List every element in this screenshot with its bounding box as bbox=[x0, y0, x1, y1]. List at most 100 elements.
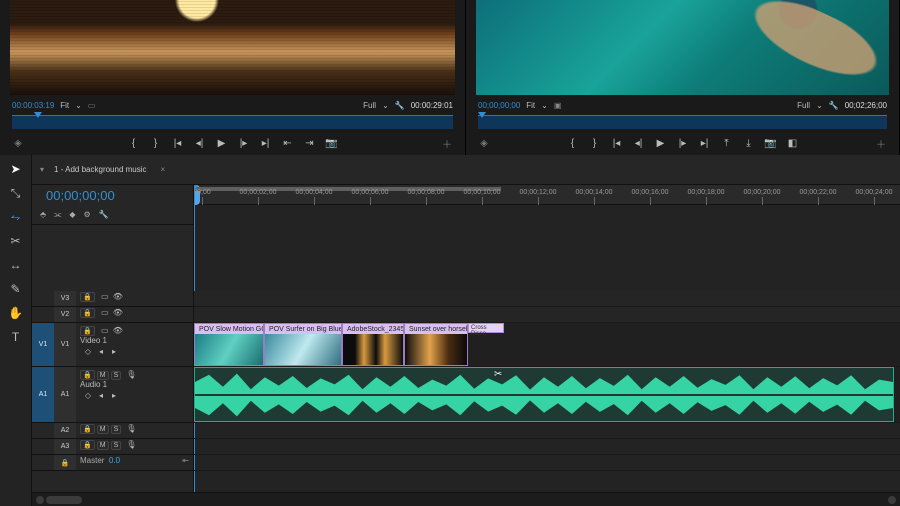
mark-out-button[interactable]: } bbox=[589, 137, 601, 149]
mute-button[interactable]: M bbox=[97, 441, 109, 450]
button-editor-plus[interactable]: ＋ bbox=[875, 137, 887, 149]
lane-master[interactable] bbox=[194, 455, 900, 471]
lock-icon[interactable]: 🔒 bbox=[54, 455, 76, 470]
track-header-a1[interactable]: A1 A1 🔒MS🎙 Audio 1 ◇◂▸ bbox=[32, 367, 193, 423]
selection-tool[interactable]: ➤ bbox=[8, 161, 24, 177]
extract-button[interactable]: ⤓ bbox=[743, 137, 755, 149]
next-keyframe[interactable]: ▸ bbox=[109, 391, 119, 400]
source-res-icon[interactable]: ▭ bbox=[88, 101, 96, 110]
step-forward-button[interactable]: |▸ bbox=[238, 137, 250, 149]
scrollbar-thumb[interactable] bbox=[46, 496, 82, 504]
lock-icon[interactable]: 🔒 bbox=[80, 308, 95, 318]
go-to-in-button[interactable]: |◂ bbox=[611, 137, 623, 149]
source-patch-a3[interactable] bbox=[32, 439, 54, 454]
track-header-a2[interactable]: A2 🔒MS🎙 bbox=[32, 423, 193, 439]
source-scrub-bar[interactable] bbox=[12, 115, 453, 129]
panel-menu-icon[interactable]: ▾ bbox=[40, 165, 44, 174]
mark-out-button[interactable]: } bbox=[150, 137, 162, 149]
lane-a3[interactable] bbox=[194, 439, 900, 455]
wrench-icon[interactable]: 🔧 bbox=[99, 210, 109, 219]
master-level[interactable]: 0.0 bbox=[109, 456, 120, 465]
lift-button[interactable]: ⤒ bbox=[721, 137, 733, 149]
program-scrub-bar[interactable] bbox=[478, 115, 887, 129]
lane-a1[interactable] bbox=[194, 367, 900, 423]
lane-v1[interactable]: POV Slow Motion GOPRPOV Surfer on Big Bl… bbox=[194, 323, 900, 367]
target-a1[interactable]: A1 bbox=[54, 367, 76, 422]
track-select-tool[interactable]: ⤡ bbox=[8, 185, 24, 201]
rate-stretch-tool[interactable]: ↔ bbox=[8, 257, 24, 273]
timeline-zoom-scrollbar[interactable] bbox=[32, 492, 900, 506]
toggle-output-icon[interactable]: ▭ bbox=[100, 292, 110, 301]
comparison-view-button[interactable]: ◧ bbox=[787, 137, 799, 149]
target-v2[interactable]: V2 bbox=[54, 307, 76, 322]
source-timecode[interactable]: 00:00:03:19 bbox=[12, 101, 54, 110]
prev-keyframe[interactable]: ◂ bbox=[96, 347, 106, 356]
lane-v3[interactable] bbox=[194, 291, 900, 307]
lock-icon[interactable]: 🔒 bbox=[80, 424, 95, 434]
insert-button[interactable]: ⇤ bbox=[282, 137, 294, 149]
video-clip[interactable]: POV Surfer on Big Blue O bbox=[264, 323, 342, 366]
pen-tool[interactable]: ✎ bbox=[8, 281, 24, 297]
play-button[interactable]: ▶ bbox=[216, 137, 228, 149]
lock-icon[interactable]: 🔒 bbox=[80, 292, 95, 302]
timeline-canvas[interactable]: 00;0000;00;02;0000;00;04;0000;00;06;0000… bbox=[194, 185, 900, 492]
close-tab-icon[interactable]: × bbox=[161, 165, 166, 174]
keyframe-toggle[interactable]: ◇ bbox=[83, 391, 93, 400]
source-patch-a2[interactable] bbox=[32, 423, 54, 438]
program-quality-select[interactable]: Full bbox=[797, 101, 810, 110]
audio-clip[interactable] bbox=[194, 367, 894, 422]
hand-tool[interactable]: ✋ bbox=[8, 305, 24, 321]
sequence-tab[interactable]: 1 - Add background music bbox=[54, 165, 147, 174]
wrench-icon[interactable]: 🔧 bbox=[395, 101, 405, 110]
source-patch-v1[interactable]: V1 bbox=[32, 323, 54, 366]
step-forward-button[interactable]: |▸ bbox=[677, 137, 689, 149]
track-header-v3[interactable]: V3 🔒 ▭👁 bbox=[32, 291, 193, 307]
video-clip[interactable]: AdobeStock_234581 bbox=[342, 323, 404, 366]
eye-icon[interactable]: 👁 bbox=[113, 292, 123, 301]
program-viewer[interactable] bbox=[476, 0, 889, 95]
zoom-in-handle[interactable] bbox=[888, 496, 896, 504]
source-patch-v3[interactable] bbox=[32, 291, 54, 306]
transition-clip[interactable]: Cross Disso bbox=[468, 323, 504, 333]
track-header-master[interactable]: 🔒 Master 0.0⇤ bbox=[32, 455, 193, 471]
source-patch-a1[interactable]: A1 bbox=[32, 367, 54, 422]
source-quality-select[interactable]: Full bbox=[363, 101, 376, 110]
track-header-a3[interactable]: A3 🔒MS🎙 bbox=[32, 439, 193, 455]
button-editor-plus[interactable]: ＋ bbox=[441, 137, 453, 149]
target-v3[interactable]: V3 bbox=[54, 291, 76, 306]
solo-button[interactable]: S bbox=[111, 371, 122, 380]
source-patch-v2[interactable] bbox=[32, 307, 54, 322]
chevron-down-icon[interactable]: ⌄ bbox=[75, 101, 82, 110]
toggle-output-icon[interactable]: ▭ bbox=[100, 326, 110, 335]
source-viewer[interactable] bbox=[10, 0, 455, 95]
eye-icon[interactable]: 👁 bbox=[113, 308, 123, 317]
export-frame-button[interactable]: 📷 bbox=[765, 137, 777, 149]
program-zoom-select[interactable]: Fit bbox=[526, 101, 535, 110]
voice-over-icon[interactable]: 🎙 bbox=[126, 370, 136, 379]
chevron-down-icon[interactable]: ⌄ bbox=[816, 101, 823, 110]
voice-over-icon[interactable]: 🎙 bbox=[126, 440, 136, 449]
track-header-v1[interactable]: V1 V1 🔒▭👁 Video 1 ◇◂▸ bbox=[32, 323, 193, 367]
ripple-edit-tool[interactable]: ⥊ bbox=[8, 209, 24, 225]
timeline-playhead-timecode[interactable]: 00;00;00;00 bbox=[40, 188, 115, 203]
mark-in-button[interactable]: { bbox=[128, 137, 140, 149]
target-v1[interactable]: V1 bbox=[54, 323, 76, 366]
expand-icon[interactable]: ⇤ bbox=[182, 456, 189, 465]
target-a2[interactable]: A2 bbox=[54, 423, 76, 438]
video-clip[interactable]: Sunset over horseback riders bbox=[404, 323, 468, 366]
track-header-v2[interactable]: V2 🔒▭👁 bbox=[32, 307, 193, 323]
linked-selection-toggle[interactable]: ⫘ bbox=[54, 210, 61, 220]
program-playhead-indicator[interactable] bbox=[478, 112, 486, 118]
overwrite-button[interactable]: ⇥ bbox=[304, 137, 316, 149]
source-zoom-select[interactable]: Fit bbox=[60, 101, 69, 110]
solo-button[interactable]: S bbox=[111, 425, 122, 434]
chevron-down-icon[interactable]: ⌄ bbox=[541, 101, 548, 110]
go-to-out-button[interactable]: ▸| bbox=[260, 137, 272, 149]
snap-toggle[interactable]: ⬘ bbox=[40, 210, 46, 219]
lane-v2[interactable] bbox=[194, 307, 900, 323]
type-tool[interactable]: T bbox=[8, 329, 24, 345]
mute-button[interactable]: M bbox=[97, 425, 109, 434]
solo-button[interactable]: S bbox=[111, 441, 122, 450]
lock-icon[interactable]: 🔒 bbox=[80, 440, 95, 450]
next-keyframe[interactable]: ▸ bbox=[109, 347, 119, 356]
